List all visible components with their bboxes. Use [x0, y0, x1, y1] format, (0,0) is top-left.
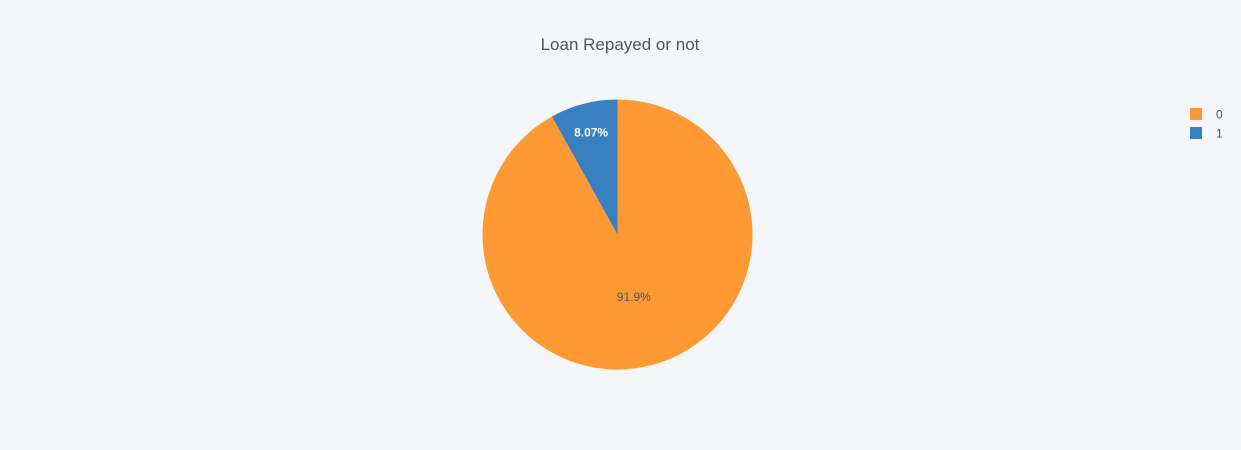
legend-item-0[interactable]: 0: [1190, 108, 1223, 122]
legend-swatch-1: [1190, 127, 1202, 139]
chart-canvas: Loan Repayed or not 91.9%8.07% 01: [482, 35, 1223, 370]
legend[interactable]: 01: [1190, 108, 1223, 141]
pie-chart: Loan Repayed or not 91.9% 8.07% 01: [0, 0, 1241, 450]
pie-slice-label-1: 8.07%: [574, 126, 608, 140]
pie-slices: [482, 99, 753, 370]
legend-swatch-0: [1190, 108, 1202, 120]
pie-slice-label-0: 91.9%: [617, 290, 651, 304]
legend-item-1[interactable]: 1: [1190, 127, 1223, 141]
legend-label-1: 1: [1216, 127, 1223, 141]
chart-title: Loan Repayed or not: [541, 35, 700, 54]
legend-label-0: 0: [1216, 108, 1223, 122]
